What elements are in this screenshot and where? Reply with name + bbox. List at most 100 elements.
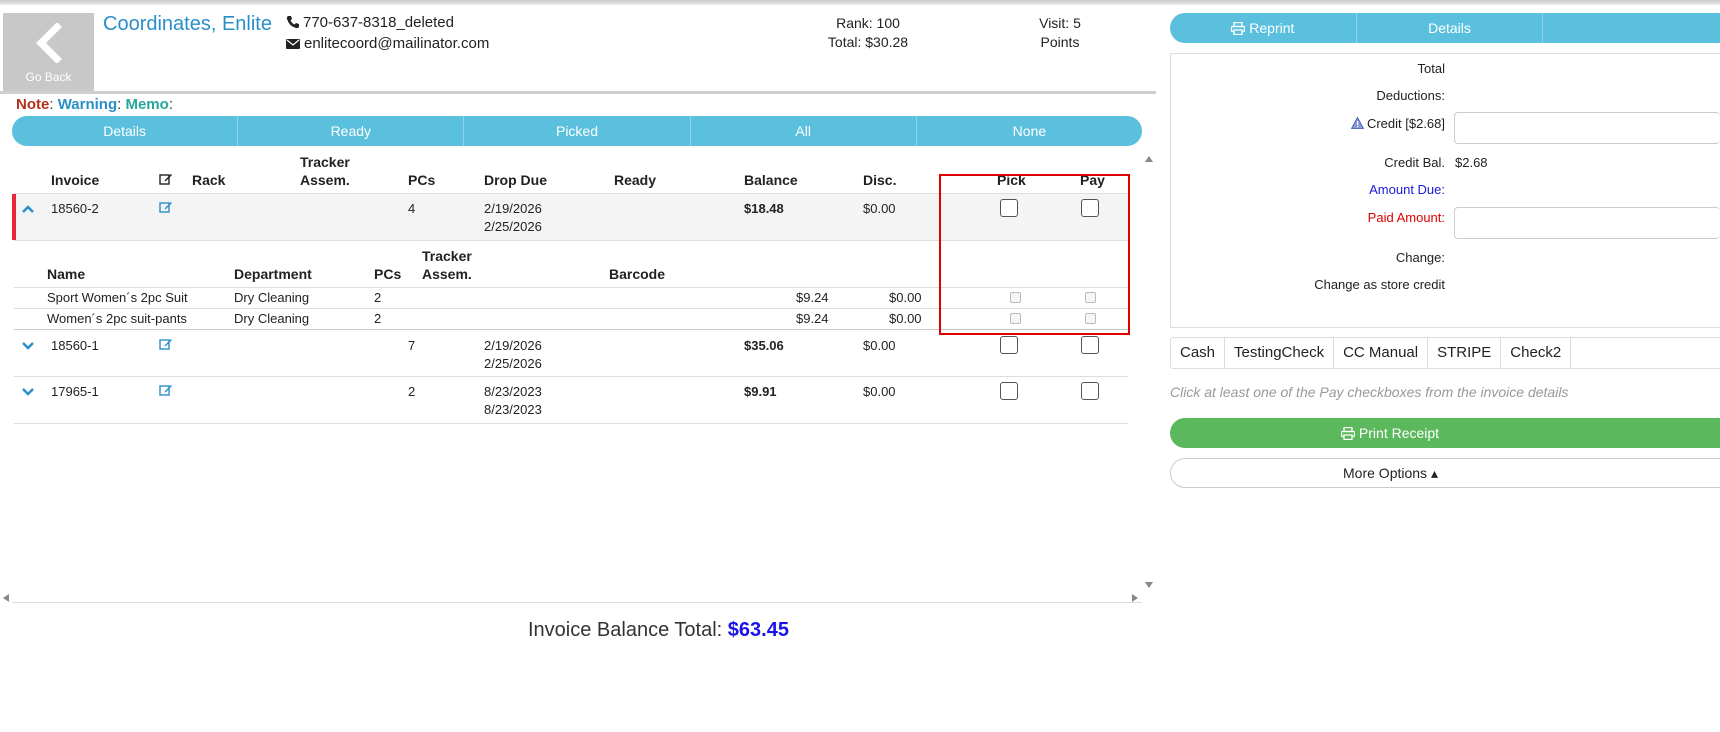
amount-due-label: Amount Due: bbox=[1369, 182, 1445, 197]
col-drop-due: Drop Due bbox=[484, 172, 547, 188]
balance-total-label: Invoice Balance Total: bbox=[528, 619, 723, 641]
edit-icon[interactable] bbox=[159, 337, 173, 354]
pay-checkbox[interactable] bbox=[1081, 382, 1099, 400]
customer-phone: 770-637-8318_deleted bbox=[286, 14, 454, 31]
invoice-number: 18560-2 bbox=[51, 201, 99, 216]
filter-picked[interactable]: Picked bbox=[464, 116, 691, 146]
rank-total-block: Rank: 100 Total: $30.28 bbox=[818, 14, 918, 52]
item-col-pcs: PCs bbox=[374, 266, 402, 282]
rank-text: Rank: 100 bbox=[836, 15, 900, 31]
horizontal-scrollbar[interactable] bbox=[12, 602, 1142, 603]
chevron-down-icon[interactable] bbox=[21, 387, 35, 397]
item-price: $9.24 bbox=[796, 290, 829, 305]
points-text: Points bbox=[1040, 34, 1080, 50]
pick-checkbox[interactable] bbox=[1000, 382, 1018, 400]
item-name: Women´s 2pc suit-pants bbox=[47, 311, 187, 326]
payment-cc-manual[interactable]: CC Manual bbox=[1334, 338, 1429, 368]
memo-link[interactable]: Memo bbox=[125, 96, 168, 113]
credit-bal-label: Credit Bal. bbox=[1384, 155, 1445, 170]
reprint-button[interactable]: Reprint bbox=[1170, 13, 1357, 43]
invoice-balance: $35.06 bbox=[744, 338, 784, 353]
col-rack: Rack bbox=[192, 172, 226, 188]
deductions-label: Deductions: bbox=[1376, 88, 1445, 103]
scroll-down-icon[interactable] bbox=[1144, 576, 1154, 592]
chevron-up-icon[interactable] bbox=[21, 204, 35, 214]
go-back-button[interactable]: Go Back bbox=[3, 13, 94, 93]
invoice-balance: $18.48 bbox=[744, 201, 784, 216]
pick-checkbox[interactable] bbox=[1000, 336, 1018, 354]
change-label: Change: bbox=[1395, 250, 1445, 265]
filter-none[interactable]: None bbox=[917, 116, 1142, 146]
visit-text: Visit: 5 bbox=[1039, 15, 1081, 31]
invoice-number: 17965-1 bbox=[51, 384, 99, 399]
invoice-drop-date: 2/19/2026 bbox=[484, 201, 542, 216]
payment-cash[interactable]: Cash bbox=[1171, 338, 1226, 368]
receipt-tabs: Reprint Details bbox=[1170, 13, 1720, 43]
invoice-disc: $0.00 bbox=[863, 384, 896, 399]
col-assem: Assem. bbox=[300, 172, 350, 188]
invoice-pcs: 4 bbox=[408, 201, 416, 216]
chevron-down-icon[interactable] bbox=[21, 341, 35, 351]
payment-stripe[interactable]: STRIPE bbox=[1428, 338, 1502, 368]
item-department: Dry Cleaning bbox=[234, 311, 310, 326]
customer-name-link[interactable]: Coordinates, Enlite bbox=[103, 13, 272, 36]
extra-tab-button[interactable] bbox=[1543, 13, 1720, 43]
total-text: Total: $30.28 bbox=[827, 34, 909, 50]
filter-bar: Details Ready Picked All None bbox=[12, 116, 1142, 146]
edit-icon[interactable] bbox=[159, 200, 173, 217]
credit-input[interactable] bbox=[1454, 112, 1720, 144]
invoice-due-date: 8/23/2023 bbox=[484, 402, 542, 417]
envelope-icon bbox=[286, 39, 300, 49]
col-ready: Ready bbox=[614, 172, 657, 188]
scroll-up-icon[interactable] bbox=[1144, 150, 1154, 166]
warning-icon bbox=[1350, 116, 1365, 129]
balance-total-value: $63.45 bbox=[727, 619, 789, 641]
email-text: enlitecoord@mailinator.com bbox=[304, 35, 490, 52]
paid-amount-input[interactable] bbox=[1454, 207, 1720, 239]
pay-hint-text: Click at least one of the Pay checkboxes… bbox=[1170, 384, 1569, 400]
invoice-balance-total: Invoice Balance Total: $63.45 bbox=[528, 619, 789, 642]
item-pcs: 2 bbox=[374, 311, 382, 326]
col-tracker: Tracker bbox=[300, 154, 350, 170]
print-receipt-button[interactable]: Print Receipt bbox=[1170, 418, 1720, 448]
filter-ready[interactable]: Ready bbox=[238, 116, 465, 146]
warning-link[interactable]: Warning bbox=[58, 96, 117, 113]
col-pcs: PCs bbox=[408, 172, 436, 188]
printer-icon bbox=[1231, 21, 1246, 36]
paid-amount-label: Paid Amount: bbox=[1367, 210, 1445, 225]
highlight-box bbox=[939, 174, 1130, 335]
scroll-left-icon[interactable] bbox=[2, 590, 10, 606]
col-balance: Balance bbox=[744, 172, 798, 188]
item-col-name: Name bbox=[47, 266, 86, 282]
details-button[interactable]: Details bbox=[1357, 13, 1544, 43]
scroll-right-icon[interactable] bbox=[1131, 590, 1139, 606]
item-col-tracker: Tracker bbox=[422, 248, 472, 264]
edit-icon[interactable] bbox=[159, 383, 173, 400]
go-back-label: Go Back bbox=[25, 70, 72, 84]
invoice-drop-date: 8/23/2023 bbox=[484, 384, 542, 399]
change-store-credit-label[interactable]: Change as store credit bbox=[1245, 277, 1445, 292]
invoice-disc: $0.00 bbox=[863, 201, 896, 216]
visit-points-block: Visit: 5 Points bbox=[1010, 14, 1110, 52]
invoice-pcs: 2 bbox=[408, 384, 416, 399]
header-divider bbox=[0, 91, 1156, 94]
invoice-drop-date: 2/19/2026 bbox=[484, 338, 542, 353]
payment-method-tabs: Cash TestingCheck CC Manual STRIPE Check… bbox=[1170, 337, 1720, 369]
filter-details[interactable]: Details bbox=[12, 116, 239, 146]
item-disc: $0.00 bbox=[889, 311, 922, 326]
top-border bbox=[0, 0, 1720, 5]
invoice-number: 18560-1 bbox=[51, 338, 99, 353]
item-name: Sport Women´s 2pc Suit bbox=[47, 290, 188, 305]
note-link[interactable]: Note bbox=[16, 96, 49, 113]
invoice-balance: $9.91 bbox=[744, 384, 777, 399]
item-col-barcode: Barcode bbox=[609, 266, 666, 282]
chevron-left-icon bbox=[36, 23, 62, 63]
payment-check2[interactable]: Check2 bbox=[1501, 338, 1572, 368]
more-options-button[interactable]: More Options ▴ bbox=[1170, 458, 1720, 488]
invoice-due-date: 2/25/2026 bbox=[484, 219, 542, 234]
filter-all[interactable]: All bbox=[691, 116, 917, 146]
phone-text: 770-637-8318_deleted bbox=[303, 14, 454, 31]
col-invoice: Invoice bbox=[51, 172, 100, 188]
pay-checkbox[interactable] bbox=[1081, 336, 1099, 354]
payment-testingcheck[interactable]: TestingCheck bbox=[1225, 338, 1335, 368]
